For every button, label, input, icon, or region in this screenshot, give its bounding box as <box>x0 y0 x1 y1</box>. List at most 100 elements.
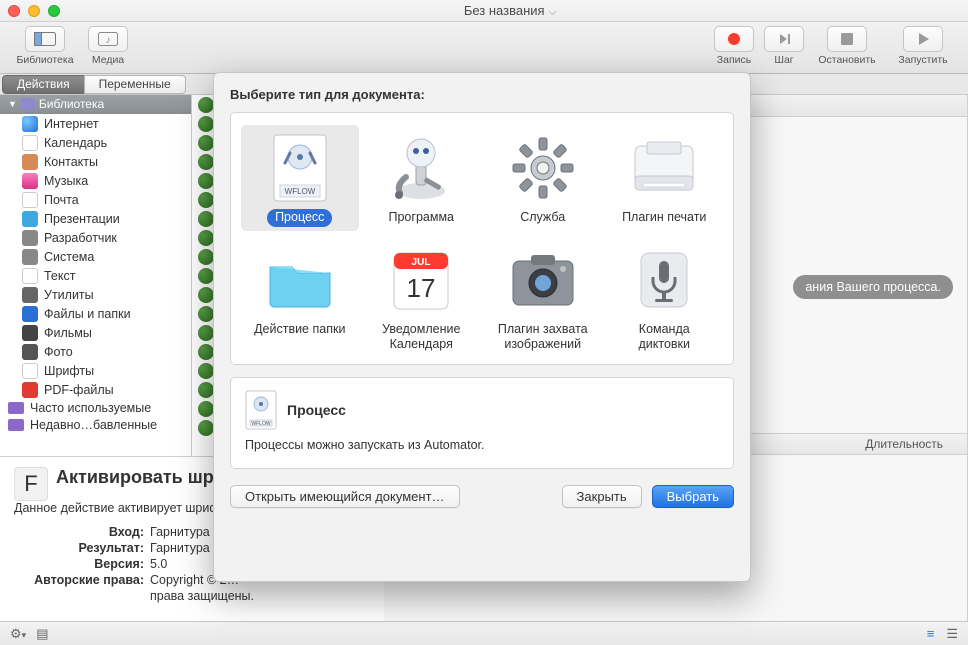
library-item[interactable]: Шрифты <box>0 361 191 380</box>
font-icon: F <box>14 467 48 501</box>
action-icon <box>198 116 214 132</box>
doc-type-label: Плагин печати <box>614 209 714 227</box>
svg-text:♪: ♪ <box>106 35 111 46</box>
category-icon <box>22 363 38 379</box>
wflow-icon: WFLOW <box>245 390 277 430</box>
category-icon <box>22 344 38 360</box>
action-icon <box>198 325 214 341</box>
library-item-label: PDF-файлы <box>44 383 114 397</box>
category-icon <box>22 230 38 246</box>
input-key: Вход: <box>14 525 144 539</box>
minimize-window[interactable] <box>28 5 40 17</box>
dialog-title: Выберите тип для документа: <box>230 87 734 102</box>
library-item-label: Система <box>44 250 94 264</box>
type-print[interactable]: Плагин печати <box>606 125 724 231</box>
stop-button[interactable]: Остановить <box>812 26 882 66</box>
toggle-sidebar-button[interactable]: Библиотека <box>10 26 80 66</box>
type-dictation[interactable]: Команда диктовки <box>606 237 724 358</box>
doc-type-icon: WFLOW <box>263 131 337 205</box>
category-icon <box>22 268 38 284</box>
action-icon <box>198 211 214 227</box>
titlebar: Без названия⌵ <box>0 0 968 22</box>
copyright-value2: права защищены. <box>150 589 370 603</box>
doc-type-icon <box>627 243 701 317</box>
grid-icon[interactable]: ▤ <box>36 626 48 642</box>
desc-title: Процесс <box>287 402 346 418</box>
library-item[interactable]: Файлы и папки <box>0 304 191 323</box>
library-item-label: Презентации <box>44 212 120 226</box>
toolbar-label: Запись <box>717 54 751 66</box>
type-application[interactable]: Программа <box>363 125 481 231</box>
library-item-label: Фото <box>44 345 73 359</box>
type-description: WFLOW Процесс Процессы можно запускать и… <box>230 377 734 469</box>
library-item[interactable]: PDF-файлы <box>0 380 191 399</box>
close-window[interactable] <box>8 5 20 17</box>
choose-button[interactable]: Выбрать <box>652 485 734 508</box>
category-icon <box>22 382 38 398</box>
workflow-hint: ания Вашего процесса. <box>793 275 953 299</box>
doc-type-icon <box>384 131 458 205</box>
library-item[interactable]: Почта <box>0 190 191 209</box>
category-icon <box>22 192 38 208</box>
doc-type-label: Действие папки <box>246 321 353 339</box>
gear-icon[interactable]: ⚙︎▾ <box>10 626 26 642</box>
action-icon <box>198 382 214 398</box>
action-icon <box>198 344 214 360</box>
action-icon <box>198 306 214 322</box>
library-header[interactable]: ▼ Библиотека <box>0 95 191 114</box>
action-icon <box>198 287 214 303</box>
open-existing-button[interactable]: Открыть имеющийся документ… <box>230 485 460 508</box>
record-button[interactable]: Запись <box>712 26 756 66</box>
run-button[interactable]: Запустить <box>888 26 958 66</box>
action-icon <box>198 192 214 208</box>
doc-type-label: Команда диктовки <box>608 321 722 354</box>
list-icon[interactable]: ≡ <box>927 626 935 642</box>
toolbar-label: Шаг <box>774 54 793 66</box>
play-icon <box>903 26 943 52</box>
type-folder[interactable]: Действие папки <box>241 237 359 358</box>
toolbar-label: Запустить <box>898 54 947 66</box>
smart-folder[interactable]: Недавно…бавленные <box>0 416 191 433</box>
library-item[interactable]: Контакты <box>0 152 191 171</box>
stop-icon <box>827 26 867 52</box>
doc-type-icon: JUL17 <box>384 243 458 317</box>
action-icon <box>198 173 214 189</box>
step-button[interactable]: Шаг <box>762 26 806 66</box>
step-icon <box>764 26 804 52</box>
action-icon <box>198 249 214 265</box>
media-button[interactable]: ♪Медиа <box>86 26 130 66</box>
type-calendar[interactable]: JUL17 Уведомление Календаря <box>363 237 481 358</box>
library-item[interactable]: Фото <box>0 342 191 361</box>
tab-variables[interactable]: Переменные <box>84 75 186 94</box>
tab-actions[interactable]: Действия <box>2 75 85 94</box>
library-item-label: Контакты <box>44 155 98 169</box>
doc-type-label: Программа <box>381 209 463 227</box>
doc-type-icon <box>506 131 580 205</box>
type-workflow[interactable]: WFLOWПроцесс <box>241 125 359 231</box>
library-item[interactable]: Разработчик <box>0 228 191 247</box>
library-item[interactable]: Система <box>0 247 191 266</box>
smart-folder[interactable]: Часто используемые <box>0 399 191 416</box>
status-bar: ⚙︎▾ ▤ ≡ ☰ <box>0 621 968 645</box>
category-icon <box>22 211 38 227</box>
zoom-window[interactable] <box>48 5 60 17</box>
library-item[interactable]: Музыка <box>0 171 191 190</box>
dialog-buttons: Открыть имеющийся документ… Закрыть Выбр… <box>230 485 734 508</box>
library-item[interactable]: Утилиты <box>0 285 191 304</box>
library-item[interactable]: Фильмы <box>0 323 191 342</box>
type-service[interactable]: Служба <box>484 125 602 231</box>
library-item[interactable]: Интернет <box>0 114 191 133</box>
library-item[interactable]: Календарь <box>0 133 191 152</box>
copyright-key: Авторские права: <box>14 573 144 587</box>
type-image[interactable]: Плагин захвата изображений <box>484 237 602 358</box>
toolbar-label: Библиотека <box>16 54 73 66</box>
close-button[interactable]: Закрыть <box>562 485 642 508</box>
library-item-label: Музыка <box>44 174 88 188</box>
library-item[interactable]: Текст <box>0 266 191 285</box>
doc-type-label: Уведомление Календаря <box>365 321 479 354</box>
duration-column-label: Длительность <box>865 437 943 451</box>
traffic-lights <box>8 5 60 17</box>
record-icon <box>714 26 754 52</box>
cards-icon[interactable]: ☰ <box>946 626 958 642</box>
library-item[interactable]: Презентации <box>0 209 191 228</box>
